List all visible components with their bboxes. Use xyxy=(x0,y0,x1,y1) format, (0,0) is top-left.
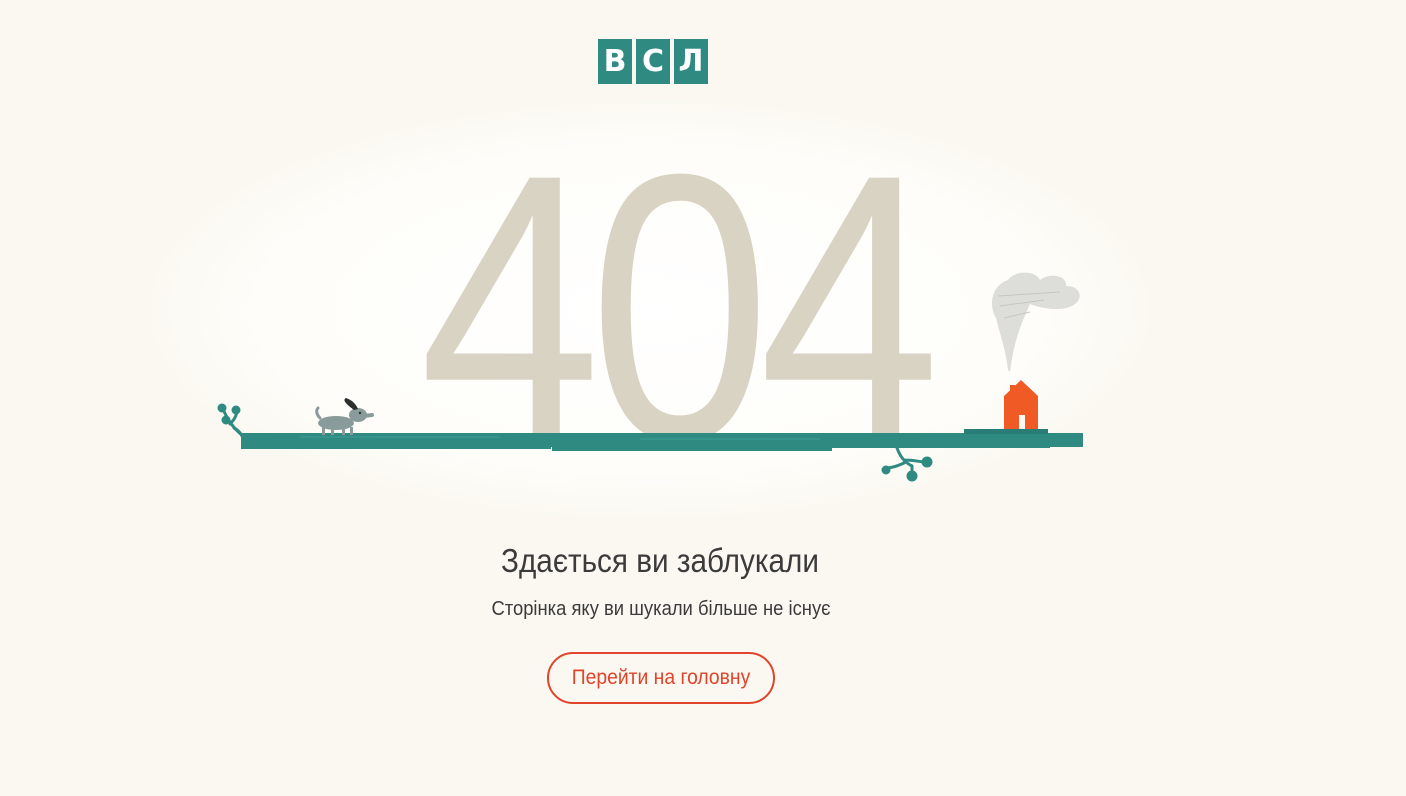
house-icon xyxy=(1004,380,1038,429)
ground-strip xyxy=(241,429,1083,451)
go-home-button[interactable]: Перейти на головну xyxy=(547,652,775,704)
branch-icon xyxy=(881,446,933,482)
sprout-icon xyxy=(217,403,245,438)
page-heading: Здається ви заблукали xyxy=(501,542,819,579)
dog-icon xyxy=(315,398,374,435)
lost-illustration xyxy=(217,272,1083,482)
page-message: Сторінка яку ви шукали більше не існує xyxy=(491,598,831,620)
error-page: В С Л 404 Здається ви заблукали Сторінка… xyxy=(0,0,1406,796)
go-home-label: Перейти на головну xyxy=(571,666,751,689)
smoke-icon xyxy=(992,272,1080,372)
